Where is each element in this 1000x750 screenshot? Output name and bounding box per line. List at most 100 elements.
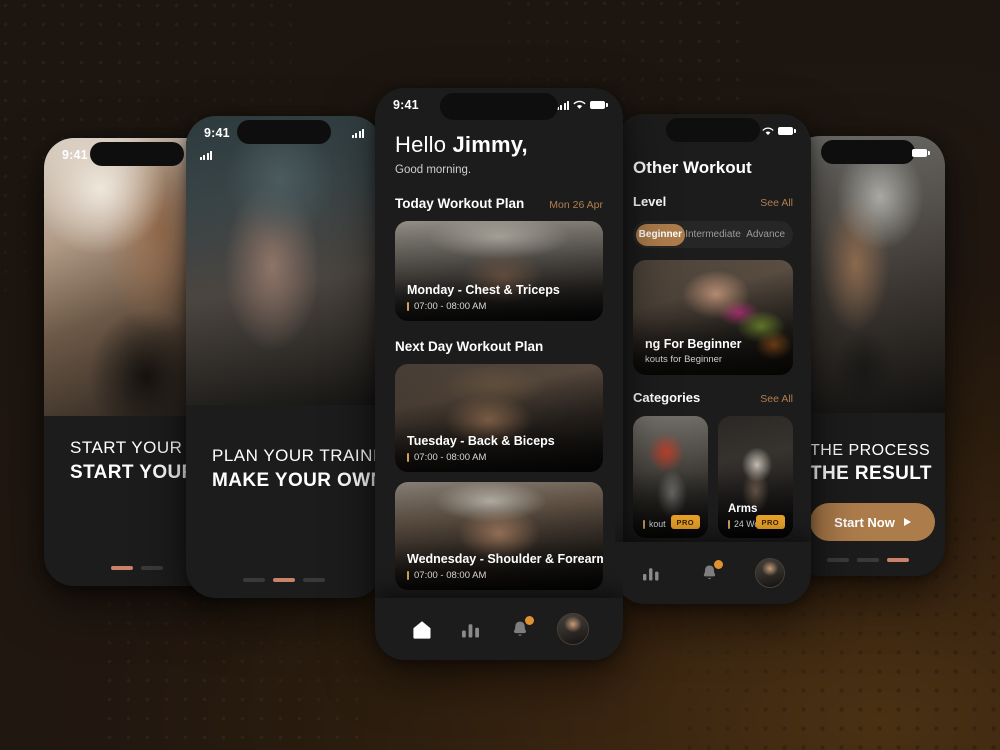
pro-badge: PRO [755,515,785,529]
tab-stats[interactable] [459,617,483,641]
featured-card-subtitle: kouts for Beginner [645,354,723,365]
headline-line-2: START YOUR [70,462,196,483]
bottom-tab-bar-3 [375,598,623,660]
battery-icon [590,101,608,109]
start-now-label: Start Now [834,514,895,530]
status-indicators [351,128,364,138]
categories-section-header: Categories See All [633,390,793,405]
home-icon [412,620,430,639]
page-dot-1[interactable] [243,578,265,582]
today-section-date: Mon 26 Apr [549,199,603,211]
tab-notifications[interactable] [508,616,534,641]
phone-home: 9:41 Hello Jimmy, Good morning. Today Wo… [375,88,623,660]
tick-marker-icon [643,519,645,529]
workout-time: 07:00 - 08:00 AM [407,570,593,581]
start-now-button[interactable]: Start Now [810,503,935,541]
greeting: Hello Jimmy, [395,132,603,158]
today-section-title: Today Workout Plan [395,196,525,211]
bottom-tab-bar-4 [615,542,811,604]
today-section-header: Today Workout Plan Mon 26 Apr [395,196,603,211]
tick-marker-icon [407,302,409,311]
next-section-header: Next Day Workout Plan [395,339,603,354]
notch [820,140,915,164]
page-title: Other Workout [633,158,752,177]
status-bar-2: 9:41 [186,116,382,150]
greeting-prefix: Hello [395,132,453,157]
status-bar-4: 9:41 [615,114,811,148]
other-workout-content: Other Workout Level See All Beginner Int… [615,114,811,604]
page-dot-1[interactable] [111,566,133,570]
level-tabs[interactable]: Beginner Intermediate Advance [633,221,793,248]
home-content: Hello Jimmy, Good morning. Today Workout… [375,88,623,660]
workout-title: Tuesday - Back & Biceps [407,434,555,448]
workout-card-next-1[interactable]: Tuesday - Back & Biceps 07:00 - 08:00 AM [395,364,603,472]
battery-icon [912,149,930,157]
categories-see-all-link[interactable]: See All [760,393,793,405]
signal-bars-icon [199,150,212,160]
onboarding-headline-2: PLAN YOUR TRAININ MAKE YOUR OWN PL [186,446,382,492]
featured-card-meta: ng For Beginner kouts for Beginner [645,337,783,365]
status-time: 9:41 [204,126,230,140]
workout-card-next-2[interactable]: Wednesday - Shoulder & Forearms 07:00 - … [395,482,603,590]
tick-marker-icon [407,571,409,580]
workout-time: 07:00 - 08:00 AM [407,452,593,463]
tab-notifications[interactable] [697,560,723,585]
screen-home: 9:41 Hello Jimmy, Good morning. Today Wo… [375,88,623,660]
cta-headline-line-1: THE PROCESS [810,442,931,459]
wifi-icon [573,100,586,109]
cta-hero-image [790,136,945,414]
tab-intermediate[interactable]: Intermediate [685,224,741,246]
card-meta: Wednesday - Shoulder & Forearms 07:00 - … [407,552,603,581]
notification-badge [714,560,723,569]
workout-time-label: 07:00 - 08:00 AM [414,452,487,463]
notification-badge [524,616,534,625]
page-dot-2[interactable] [856,558,879,562]
workout-card-today[interactable]: Monday - Chest & Triceps 07:00 - 08:00 A… [395,221,603,321]
categories-label: Categories [633,390,701,405]
headline-line-1: START YOUR W [70,438,205,457]
tab-beginner[interactable]: Beginner [635,223,686,246]
card-meta: Tuesday - Back & Biceps 07:00 - 08:00 AM [407,434,593,463]
greeting-name: Jimmy, [452,132,528,157]
signal-bars-icon [556,100,569,110]
featured-card-title: ng For Beginner [645,337,742,351]
battery-icon [778,127,796,135]
workout-time-label: 07:00 - 08:00 AM [414,570,487,581]
tab-profile-avatar[interactable] [556,613,589,645]
tab-stats[interactable] [639,561,663,585]
page-dot-2[interactable] [273,578,295,582]
card-meta: Monday - Chest & Triceps 07:00 - 08:00 A… [407,283,593,312]
featured-workout-card[interactable]: ng For Beginner kouts for Beginner [633,260,793,375]
phone-other-workout: 9:41 Other Workout Level See All Beginne… [615,114,811,604]
workout-title: Wednesday - Shoulder & Forearms [407,552,603,566]
page-dot-3[interactable] [303,578,325,582]
workout-title: Monday - Chest & Triceps [407,283,560,297]
tab-profile-avatar[interactable] [755,558,785,588]
status-time: 9:41 [62,148,88,162]
notch [237,120,331,144]
category-card[interactable]: kout PRO [633,416,708,538]
level-label: Level [633,194,667,209]
signal-bars-icon [351,128,364,138]
bar-chart-icon [461,623,479,637]
category-card[interactable]: Arms 24 Workout PRO [718,416,793,538]
cta-headline-line-2: THE RESULT [810,463,932,484]
page-dot-2[interactable] [141,566,163,570]
status-indicators [556,100,608,110]
headline-line-2: MAKE YOUR OWN PL [212,470,382,491]
level-section-header: Level See All [633,194,793,209]
greeting-subtitle: Good morning. [395,164,472,176]
category-title: Arms [728,503,758,515]
status-bar-3: 9:41 [375,88,623,122]
tab-home[interactable] [410,617,434,641]
page-indicator-2[interactable] [186,578,382,582]
page-dot-1[interactable] [826,558,849,562]
cta-content: THE PROCESS THE RESULT Start Now [790,442,945,541]
page-dot-3[interactable] [886,558,909,562]
tab-advance[interactable]: Advance [741,224,791,246]
level-see-all-link[interactable]: See All [760,197,793,209]
page-indicator-5[interactable] [790,558,945,562]
tick-marker-icon [407,453,409,462]
notch [440,93,558,120]
headline-line-1: PLAN YOUR TRAININ [212,446,382,465]
